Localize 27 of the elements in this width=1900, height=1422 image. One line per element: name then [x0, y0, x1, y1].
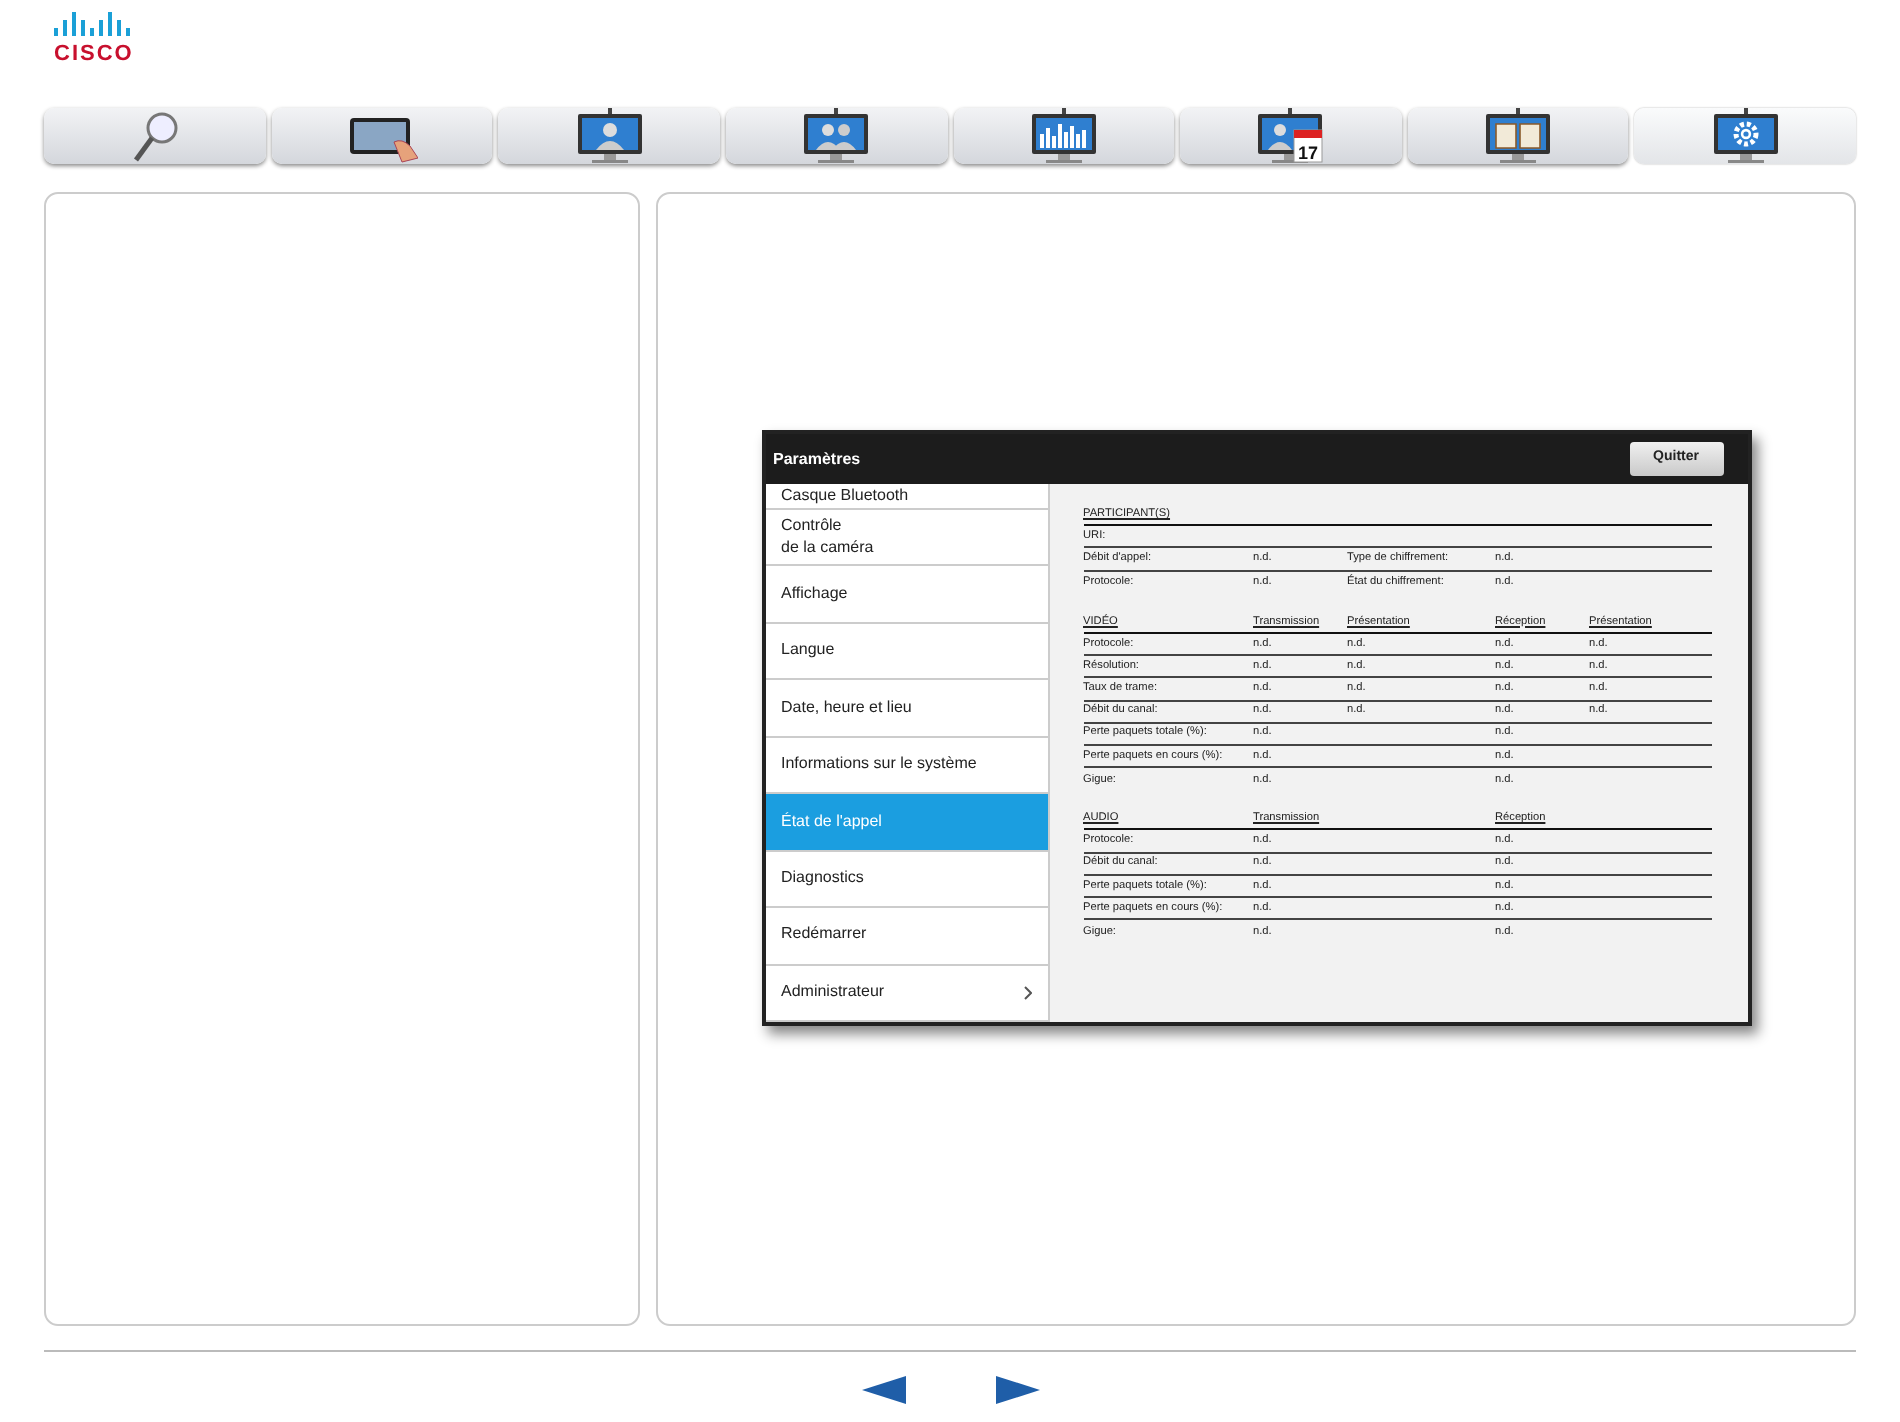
tab[interactable]	[1634, 108, 1856, 164]
next-arrow-icon[interactable]	[995, 1376, 1039, 1404]
menu-item[interactable]: Contrôle de la caméra	[765, 510, 1047, 567]
menu-item[interactable]: Affichage	[765, 566, 1047, 624]
previous-arrow-icon[interactable]	[861, 1376, 905, 1404]
monitor-people-icon	[800, 108, 873, 164]
logo-bars-icon	[54, 12, 134, 36]
calendar-icon	[1294, 129, 1324, 163]
calendar-day: 17	[1298, 143, 1319, 163]
monitor-gear-icon	[1709, 108, 1782, 164]
tab[interactable]	[271, 108, 493, 164]
menu-item[interactable]: Langue	[765, 623, 1047, 681]
menu-item[interactable]: Administrateur	[765, 965, 1047, 1022]
window-title: Paramètres	[773, 447, 861, 471]
tab[interactable]	[953, 108, 1175, 164]
menu-item[interactable]: Diagnostics	[765, 851, 1047, 909]
tab[interactable]	[1407, 108, 1629, 164]
tab[interactable]: 17	[1180, 108, 1402, 164]
tab[interactable]	[498, 108, 720, 164]
menu-item[interactable]: Redémarrer	[765, 908, 1047, 965]
monitor-chart-icon	[1027, 108, 1100, 164]
menu-item[interactable]: Casque Bluetooth	[765, 484, 1047, 510]
menu-item[interactable]: Date, heure et lieu	[765, 680, 1047, 738]
logo-text: CISCO	[54, 44, 134, 66]
monitor-person-icon	[573, 108, 646, 164]
tab[interactable]	[725, 108, 947, 164]
monitor-book-icon	[1482, 108, 1555, 164]
